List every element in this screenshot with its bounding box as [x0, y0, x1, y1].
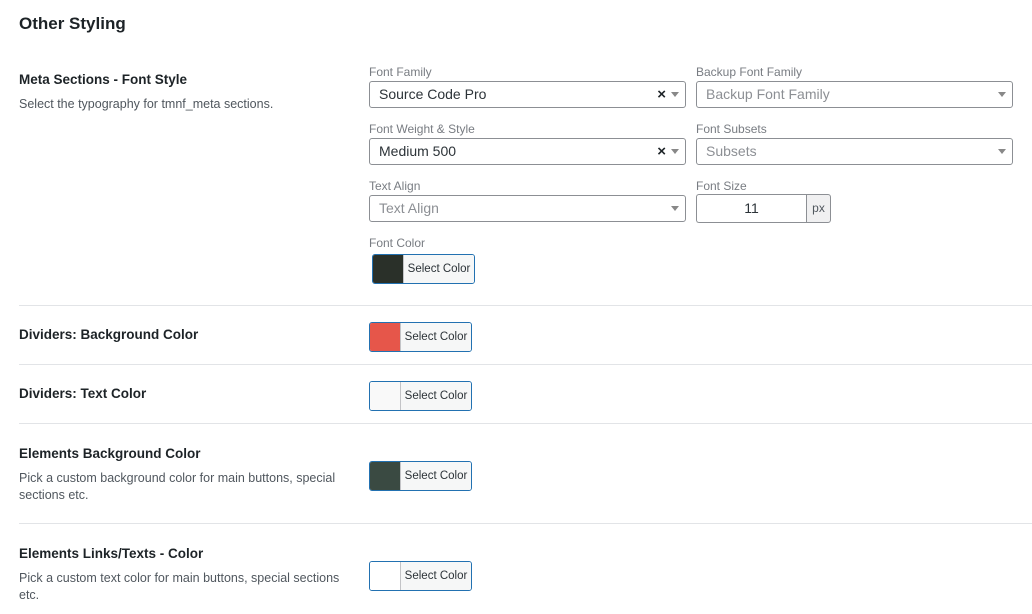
- font-size-input[interactable]: 11: [696, 194, 806, 223]
- elements-bg-button-label: Select Color: [401, 462, 471, 490]
- elements-links-description: Pick a custom text color for main button…: [19, 571, 340, 602]
- font-color-button-label: Select Color: [404, 255, 474, 283]
- dividers-text-title: Dividers: Text Color: [19, 386, 147, 401]
- dividers-bg-title: Dividers: Background Color: [19, 327, 199, 342]
- font-weight-select[interactable]: Medium 500 ×: [369, 138, 686, 165]
- chevron-down-icon: [998, 92, 1006, 97]
- chevron-down-icon: [671, 206, 679, 211]
- clear-icon[interactable]: ×: [657, 139, 666, 164]
- meta-font-title: Meta Sections - Font Style: [19, 72, 188, 87]
- chevron-down-icon: [671, 92, 679, 97]
- text-align-label: Text Align: [369, 179, 421, 193]
- font-family-label: Font Family: [369, 65, 432, 79]
- row-separator: [19, 305, 1032, 306]
- font-subsets-label: Font Subsets: [696, 122, 767, 136]
- text-align-placeholder: Text Align: [379, 200, 439, 216]
- elements-links-swatch: [370, 562, 401, 590]
- chevron-down-icon: [671, 149, 679, 154]
- font-color-label: Font Color: [369, 236, 426, 250]
- dividers-bg-button[interactable]: Select Color: [369, 322, 472, 352]
- backup-font-family-label: Backup Font Family: [696, 65, 803, 79]
- elements-links-title: Elements Links/Texts - Color: [19, 546, 204, 561]
- text-align-select[interactable]: Text Align: [369, 195, 686, 222]
- font-weight-value: Medium 500: [379, 143, 457, 159]
- dividers-bg-button-label: Select Color: [401, 323, 471, 351]
- dividers-text-button[interactable]: Select Color: [369, 381, 472, 411]
- font-weight-label: Font Weight & Style: [369, 122, 475, 136]
- elements-bg-title: Elements Background Color: [19, 446, 201, 461]
- font-size-group: 11 px: [696, 194, 831, 223]
- font-size-label: Font Size: [696, 179, 747, 193]
- row-separator: [19, 364, 1032, 365]
- font-subsets-select[interactable]: Subsets: [696, 138, 1013, 165]
- font-color-button[interactable]: Select Color: [372, 254, 475, 284]
- font-family-value: Source Code Pro: [379, 86, 487, 102]
- dividers-text-button-label: Select Color: [401, 382, 471, 410]
- font-size-unit: px: [806, 194, 831, 223]
- elements-bg-description: Pick a custom background color for main …: [19, 471, 336, 502]
- elements-links-button-label: Select Color: [401, 562, 471, 590]
- backup-font-family-placeholder: Backup Font Family: [706, 86, 830, 102]
- meta-font-description: Select the typography for tmnf_meta sect…: [19, 97, 274, 111]
- chevron-down-icon: [998, 149, 1006, 154]
- row-separator: [19, 423, 1032, 424]
- dividers-bg-swatch: [370, 323, 401, 351]
- dividers-text-swatch: [370, 382, 401, 410]
- page-title: Other Styling: [19, 14, 126, 33]
- backup-font-family-select[interactable]: Backup Font Family: [696, 81, 1013, 108]
- elements-bg-button[interactable]: Select Color: [369, 461, 472, 491]
- font-color-swatch: [373, 255, 404, 283]
- elements-links-button[interactable]: Select Color: [369, 561, 472, 591]
- elements-bg-swatch: [370, 462, 401, 490]
- row-separator: [19, 523, 1032, 524]
- font-subsets-placeholder: Subsets: [706, 143, 757, 159]
- font-family-select[interactable]: Source Code Pro ×: [369, 81, 686, 108]
- clear-icon[interactable]: ×: [657, 82, 666, 107]
